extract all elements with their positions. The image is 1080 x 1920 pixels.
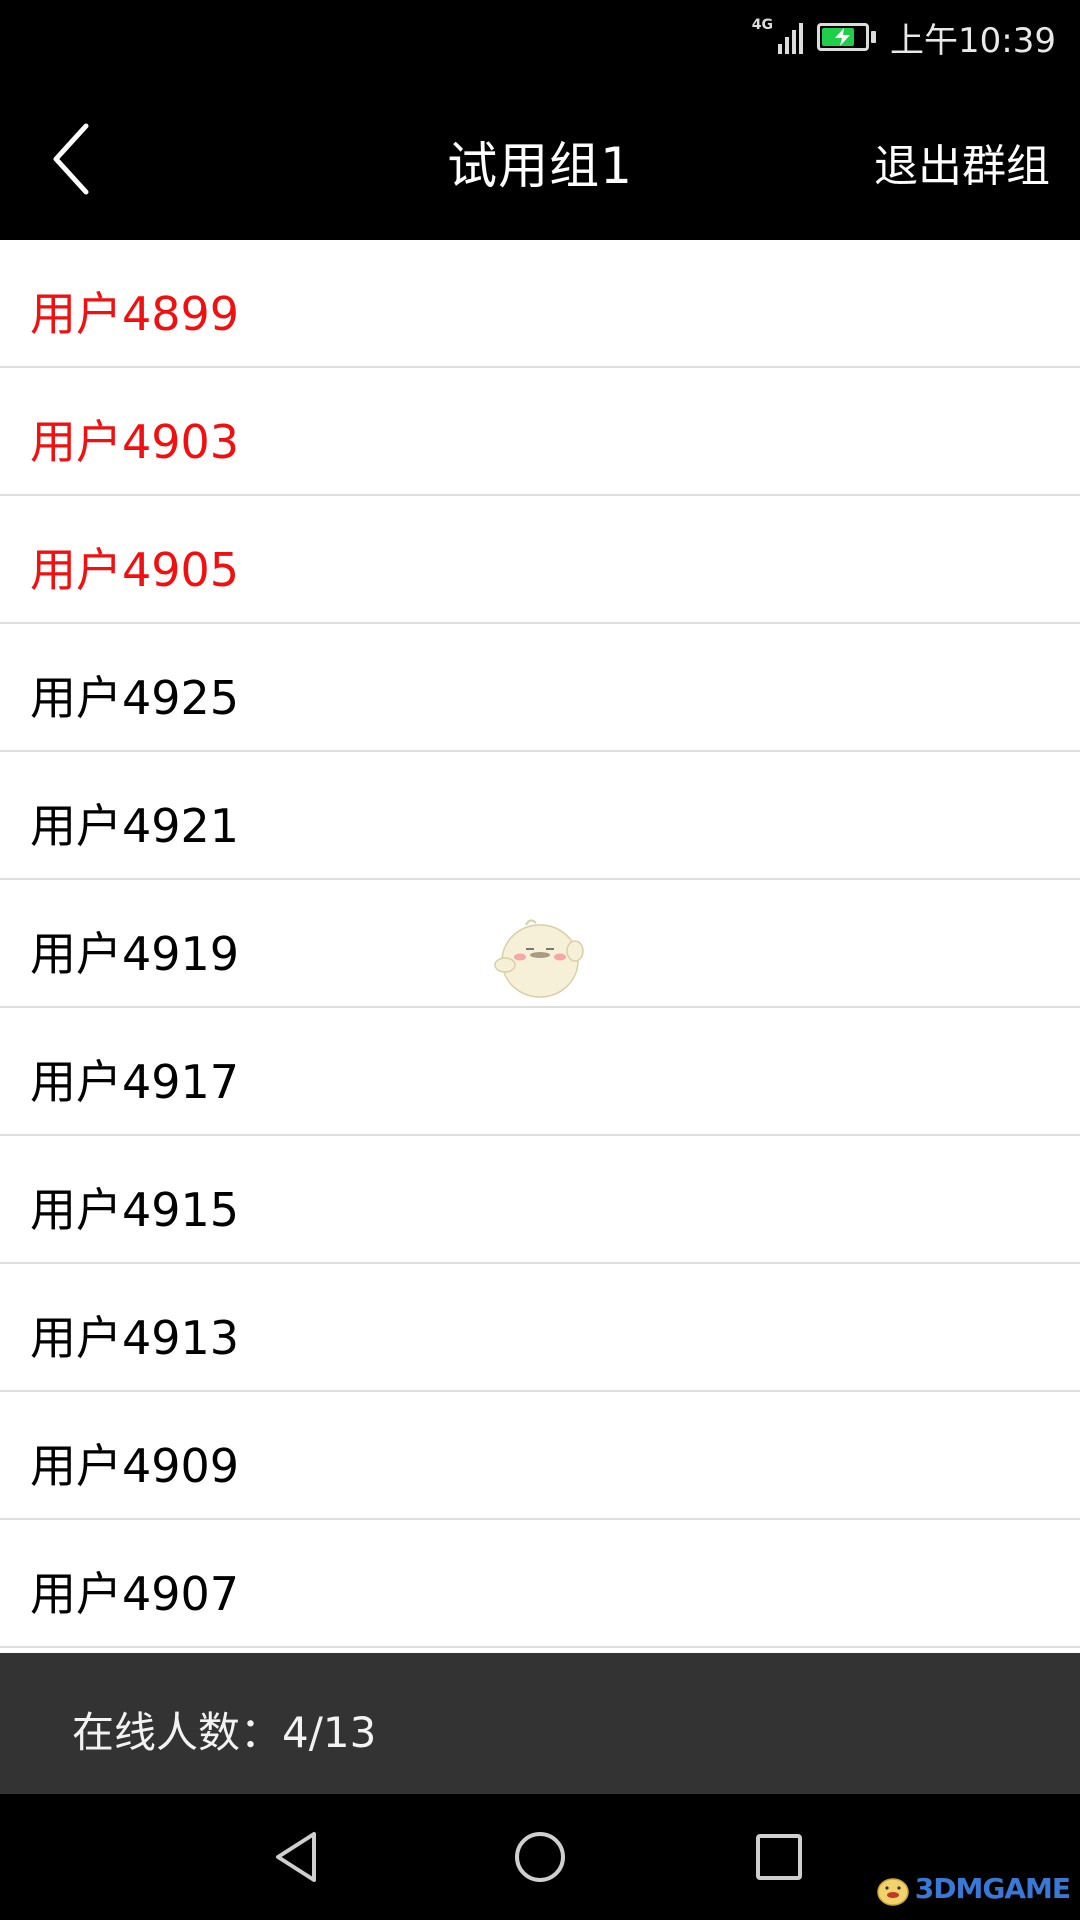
member-row[interactable]: 用户4921 <box>0 752 1080 880</box>
network-type: 4G <box>751 17 774 33</box>
exit-group-button[interactable]: 退出群组 <box>874 130 1050 194</box>
watermark-text: 3DMGAME <box>914 1871 1071 1905</box>
member-row[interactable]: 用户4909 <box>0 1392 1080 1520</box>
triangle-back-icon[interactable] <box>266 1824 332 1890</box>
online-status-bar: 在线人数：4/13 <box>0 1653 1080 1794</box>
member-name: 用户4925 <box>30 671 240 725</box>
status-indicators: 4G 上午10:39 <box>752 12 1056 62</box>
member-name: 用户4909 <box>30 1439 240 1493</box>
app-bar: 试用组1 退出群组 <box>0 74 1080 240</box>
member-name-online: 用户4903 <box>30 415 240 469</box>
member-row[interactable]: 用户4903 <box>0 368 1080 496</box>
member-row[interactable]: 用户4905 <box>0 496 1080 624</box>
battery-tip <box>871 31 877 43</box>
member-row[interactable]: 用户4907 <box>0 1520 1080 1648</box>
status-time: 上午10:39 <box>890 20 1056 61</box>
online-count: 在线人数：4/13 <box>72 1708 377 1757</box>
member-name-online: 用户4899 <box>30 287 240 341</box>
member-name: 用户4917 <box>30 1055 240 1109</box>
member-name: 用户4907 <box>30 1567 240 1621</box>
member-name-online: 用户4905 <box>30 543 240 597</box>
member-row[interactable]: 用户4913 <box>0 1264 1080 1392</box>
watermark: 3DMGAME <box>871 1864 1071 1912</box>
member-name: 用户4921 <box>30 799 240 853</box>
member-row[interactable]: 用户4917 <box>0 1008 1080 1136</box>
signal-icon <box>775 20 804 54</box>
square-recent-icon[interactable] <box>746 1824 812 1890</box>
charging-bolt-icon <box>835 28 851 46</box>
member-name: 用户4915 <box>30 1183 240 1237</box>
battery-icon <box>817 23 870 51</box>
system-nav-bar: 3DMGAME <box>0 1794 1080 1920</box>
member-name: 用户4913 <box>30 1311 240 1365</box>
circle-home-icon[interactable] <box>507 1824 573 1890</box>
status-bar: 4G 上午10:39 <box>0 0 1080 74</box>
member-row[interactable]: 用户4915 <box>0 1136 1080 1264</box>
mascot-image <box>494 919 584 998</box>
member-row[interactable]: 用户4925 <box>0 624 1080 752</box>
mascot-logo-icon <box>877 1878 909 1906</box>
member-name: 用户4919 <box>30 927 240 981</box>
member-row[interactable]: 用户4899 <box>0 240 1080 368</box>
